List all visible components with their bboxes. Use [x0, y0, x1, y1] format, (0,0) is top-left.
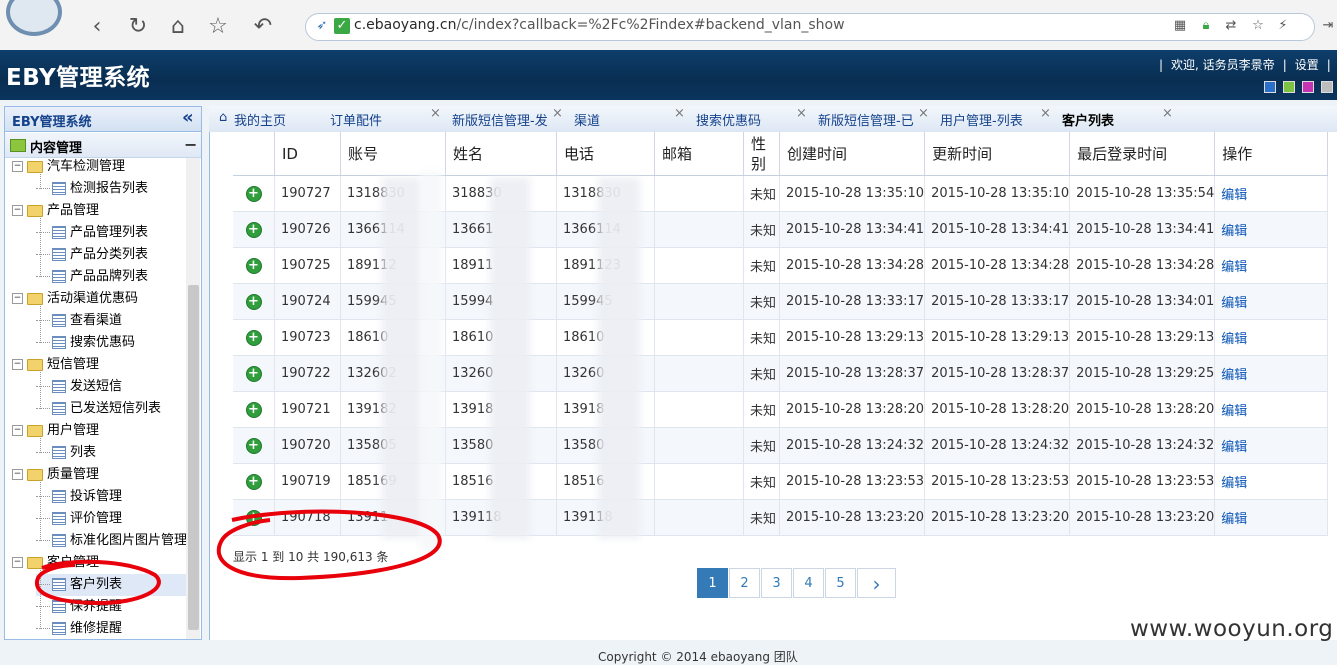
- annotation-circle-menu: [34, 559, 161, 606]
- footer: Copyright © 2014 ebaoyang 团队: [598, 650, 798, 664]
- annotation-layer: [34, 509, 442, 606]
- watermark: www.wooyun.org: [1130, 616, 1334, 642]
- annotation-circle-pager: [216, 509, 442, 581]
